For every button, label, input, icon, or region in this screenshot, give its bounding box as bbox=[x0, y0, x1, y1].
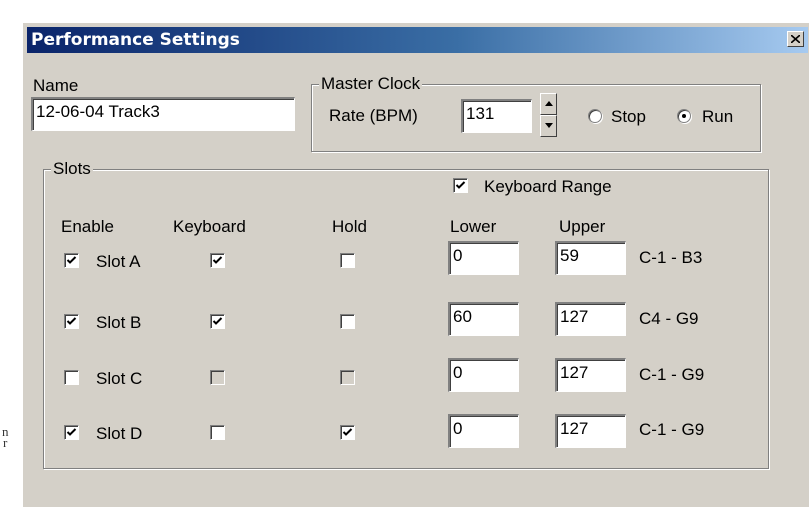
keyboard-range-checkbox[interactable] bbox=[453, 178, 468, 193]
slot-lower-input[interactable]: 0 bbox=[448, 241, 519, 275]
name-label: Name bbox=[33, 76, 79, 95]
enable-header: Enable bbox=[61, 217, 114, 236]
rate-input[interactable]: 131 bbox=[461, 99, 532, 133]
dialog-title: Performance Settings bbox=[31, 30, 240, 50]
run-radio[interactable] bbox=[677, 109, 691, 123]
slot-keyboard-checkbox[interactable] bbox=[210, 425, 225, 440]
slot-keyboard-checkbox[interactable] bbox=[210, 253, 225, 268]
slot-lower-input[interactable]: 0 bbox=[448, 358, 519, 392]
stop-label: Stop bbox=[611, 107, 646, 126]
rate-spinner[interactable] bbox=[540, 93, 557, 137]
slot-enable-checkbox[interactable] bbox=[64, 253, 79, 268]
run-radio-selected-dot bbox=[682, 114, 686, 118]
slot-upper-input[interactable]: 59 bbox=[555, 241, 626, 275]
spin-down-button[interactable] bbox=[540, 115, 557, 137]
upper-header: Upper bbox=[559, 217, 606, 236]
slot-enable-checkbox[interactable] bbox=[64, 370, 79, 385]
slot-enable-checkbox[interactable] bbox=[64, 425, 79, 440]
slot-label: Slot B bbox=[96, 313, 142, 332]
performance-settings-dialog: Performance Settings Name 12-06-04 Track… bbox=[22, 22, 809, 507]
slot-range-text: C4 - G9 bbox=[639, 309, 699, 328]
close-icon bbox=[791, 35, 800, 43]
slot-label: Slot C bbox=[96, 369, 143, 388]
slot-lower-input[interactable]: 0 bbox=[448, 414, 519, 448]
slot-range-text: C-1 - G9 bbox=[639, 420, 705, 439]
stop-radio[interactable] bbox=[588, 109, 602, 123]
slot-upper-input[interactable]: 127 bbox=[555, 358, 626, 392]
checkmark-icon bbox=[455, 181, 466, 189]
slot-upper-input[interactable]: 127 bbox=[555, 302, 626, 336]
checkmark-icon bbox=[212, 317, 223, 325]
slot-upper-input[interactable]: 127 bbox=[555, 414, 626, 448]
keyboard-header: Keyboard bbox=[173, 217, 246, 236]
checkmark-icon bbox=[342, 428, 353, 436]
arrow-down-icon bbox=[545, 123, 553, 128]
checkmark-icon bbox=[212, 256, 223, 264]
master-clock-group-title: Master Clock bbox=[319, 74, 423, 94]
run-label: Run bbox=[702, 107, 734, 126]
close-button[interactable] bbox=[787, 31, 804, 47]
title-bar[interactable]: Performance Settings bbox=[27, 27, 808, 53]
spin-up-button[interactable] bbox=[540, 93, 557, 115]
name-input[interactable]: 12-06-04 Track3 bbox=[31, 97, 295, 131]
keyboard-range-label: Keyboard Range bbox=[484, 177, 612, 196]
background-text-fragment: r bbox=[3, 435, 8, 450]
slot-keyboard-checkbox[interactable] bbox=[210, 314, 225, 329]
slot-hold-checkbox[interactable] bbox=[340, 370, 355, 385]
arrow-up-icon bbox=[545, 101, 553, 106]
checkmark-icon bbox=[66, 428, 77, 436]
slot-lower-input[interactable]: 60 bbox=[448, 302, 519, 336]
lower-header: Lower bbox=[450, 217, 497, 236]
slot-hold-checkbox[interactable] bbox=[340, 253, 355, 268]
slots-group-title: Slots bbox=[51, 159, 93, 179]
slot-hold-checkbox[interactable] bbox=[340, 314, 355, 329]
slot-label: Slot A bbox=[96, 252, 141, 271]
slot-range-text: C-1 - B3 bbox=[639, 248, 703, 267]
slot-label: Slot D bbox=[96, 424, 143, 443]
slot-range-text: C-1 - G9 bbox=[639, 365, 705, 384]
rate-label: Rate (BPM) bbox=[329, 106, 418, 125]
slot-enable-checkbox[interactable] bbox=[64, 314, 79, 329]
slot-hold-checkbox[interactable] bbox=[340, 425, 355, 440]
checkmark-icon bbox=[66, 317, 77, 325]
slot-keyboard-checkbox[interactable] bbox=[210, 370, 225, 385]
hold-header: Hold bbox=[332, 217, 367, 236]
checkmark-icon bbox=[66, 256, 77, 264]
